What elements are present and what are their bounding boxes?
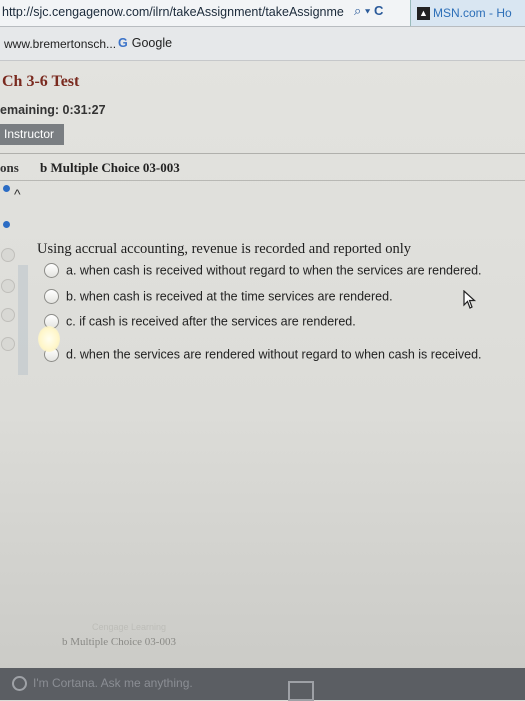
question-nav-radio[interactable]: [1, 279, 15, 293]
cortana-placeholder: I'm Cortana. Ask me anything.: [33, 676, 193, 690]
answer-option-b-label: b. when cash is received at the time ser…: [66, 289, 393, 304]
answer-option-b[interactable]: b. when cash is received at the time ser…: [44, 289, 393, 305]
divider: [0, 180, 525, 181]
radio-button-b[interactable]: [44, 289, 59, 305]
answer-option-a-label: a. when cash is received without regard …: [66, 263, 482, 278]
questions-label: ons: [0, 160, 19, 175]
scroll-highlight: [18, 265, 28, 375]
screen-glare: [38, 326, 60, 352]
browser-tab-label: MSN.com - Ho: [433, 6, 512, 20]
msn-logo-icon: ▲: [417, 7, 430, 21]
favorite-link-google[interactable]: G Google: [118, 36, 172, 50]
google-icon: G: [118, 36, 128, 50]
browser-tab-msn[interactable]: ▲ MSN.com - Ho: [410, 0, 525, 26]
question-nav-radio[interactable]: [1, 337, 15, 351]
question-name: b Multiple Choice 03-003: [40, 160, 180, 175]
task-view-icon[interactable]: [288, 681, 314, 701]
answer-option-a[interactable]: a. when cash is received without regard …: [44, 263, 482, 279]
question-header: ons b Multiple Choice 03-003: [0, 155, 525, 179]
chevron-down-icon[interactable]: ▾: [365, 3, 370, 18]
chevron-up-icon[interactable]: ^: [14, 186, 21, 202]
url-field[interactable]: http://sjc.cengagenow.com/ilrn/takeAssig…: [2, 5, 344, 19]
question-nav-radio[interactable]: [1, 308, 15, 322]
time-remaining: emaining: 0:31:27: [0, 103, 106, 117]
address-controls: ⌕ ▾ C: [354, 3, 383, 19]
divider: [0, 153, 525, 154]
question-nav-dot[interactable]: [3, 221, 10, 228]
question-text: Using accrual accounting, revenue is rec…: [37, 241, 412, 257]
favorite-link-bremerton[interactable]: www.bremertonsch...: [4, 37, 116, 51]
radio-button-a[interactable]: [44, 263, 59, 279]
answer-option-d-label: d. when the services are rendered withou…: [66, 347, 482, 362]
cortana-search[interactable]: I'm Cortana. Ask me anything.: [12, 676, 193, 692]
page-title: Ch 3-6 Test: [2, 73, 80, 90]
footer-brand: Cengage Learning: [92, 622, 167, 632]
instructor-tab[interactable]: Instructor: [0, 124, 64, 145]
answer-option-d[interactable]: d. when the services are rendered withou…: [44, 347, 482, 363]
question-nav-radio[interactable]: [1, 248, 15, 262]
cortana-icon: [12, 676, 27, 692]
question-nav-dot[interactable]: [3, 185, 10, 192]
mouse-cursor-icon: [463, 290, 477, 309]
answer-option-c[interactable]: c. if cash is received after the service…: [44, 314, 356, 330]
favorite-label-google: Google: [131, 36, 173, 50]
refresh-icon[interactable]: C: [374, 3, 383, 18]
favorites-bar: www.bremertonsch... G Google: [0, 27, 525, 61]
answer-option-c-label: c. if cash is received after the service…: [66, 314, 356, 329]
search-icon[interactable]: ⌕: [354, 3, 361, 18]
footer-question-name: b Multiple Choice 03-003: [62, 636, 176, 648]
